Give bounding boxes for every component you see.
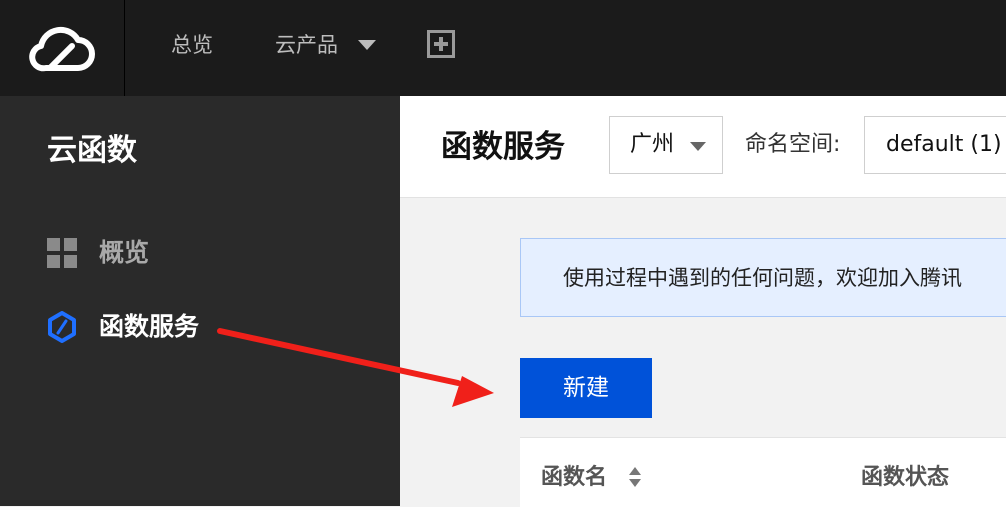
namespace-label: 命名空间: — [745, 132, 841, 157]
plus-square-icon[interactable] — [427, 30, 455, 58]
cloud-logo[interactable] — [0, 0, 125, 96]
cloud-logo-icon — [29, 26, 95, 72]
notice-banner: 使用过程中遇到的任何问题，欢迎加入腾讯 — [520, 238, 1006, 317]
sidebar-title: 云函数 — [47, 133, 137, 168]
sort-icon[interactable] — [628, 467, 642, 489]
caret-down-icon[interactable] — [358, 40, 376, 50]
nav-overview[interactable]: 总览 — [171, 30, 213, 60]
namespace-select-value: default (1) — [886, 132, 1002, 157]
top-bar: 总览 云产品 — [0, 0, 1006, 96]
page-title: 函数服务 — [441, 129, 565, 165]
hexagon-slash-icon — [48, 311, 76, 343]
namespace-select[interactable]: default (1) — [864, 116, 1006, 174]
region-select[interactable]: 广州 — [609, 116, 723, 174]
column-header-function-name[interactable]: 函数名 — [541, 463, 607, 493]
sidebar: 云函数 概览 函数服务 — [0, 96, 400, 506]
sidebar-item-label: 概览 — [99, 238, 150, 267]
sidebar-item-function-service[interactable]: 函数服务 — [47, 310, 199, 344]
region-select-value: 广州 — [630, 132, 675, 157]
new-function-button[interactable]: 新建 — [520, 358, 652, 418]
main-header: 函数服务 广州 命名空间: default (1) — [400, 96, 1006, 198]
column-header-function-status[interactable]: 函数状态 — [861, 463, 949, 493]
nav-cloud-products[interactable]: 云产品 — [275, 30, 338, 60]
sidebar-item-label: 函数服务 — [99, 312, 200, 341]
table-header: 函数名 函数状态 — [520, 437, 1006, 507]
sidebar-item-overview[interactable]: 概览 — [47, 236, 149, 270]
chevron-down-icon — [690, 142, 706, 151]
grid-icon — [47, 238, 77, 268]
notice-text: 使用过程中遇到的任何问题，欢迎加入腾讯 — [563, 266, 962, 290]
